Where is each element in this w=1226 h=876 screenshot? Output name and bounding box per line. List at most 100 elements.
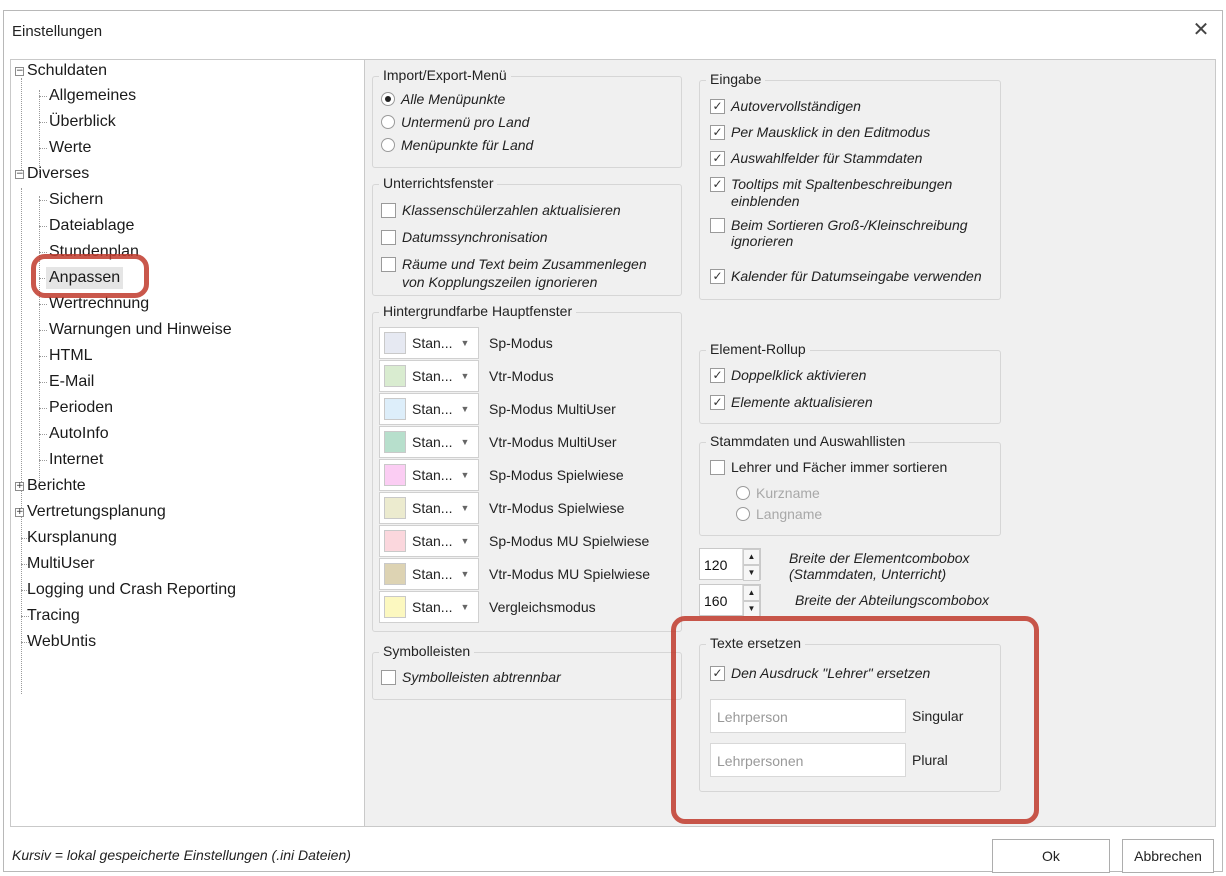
expand-icon[interactable]: + xyxy=(15,482,24,491)
radio-icon[interactable] xyxy=(381,115,395,129)
radio-kurzname[interactable]: Kurzname xyxy=(736,485,820,501)
radio-alle-menuepunkte[interactable]: Alle Menüpunkte xyxy=(381,91,505,107)
ok-button[interactable]: Ok xyxy=(992,839,1110,873)
color-swatch xyxy=(384,431,406,453)
chevron-down-icon[interactable]: ▼ xyxy=(460,602,469,612)
close-icon[interactable]: ✕ xyxy=(1188,17,1214,43)
spinner-elementcombobox[interactable]: 120 ▲ ▼ xyxy=(699,548,761,581)
tree-node-perioden[interactable]: Perioden xyxy=(49,397,113,419)
chevron-down-icon[interactable]: ▼ xyxy=(460,569,469,579)
cancel-button[interactable]: Abbrechen xyxy=(1122,839,1214,873)
checkbox-icon[interactable] xyxy=(710,459,725,475)
chevron-down-icon[interactable]: ▼ xyxy=(460,371,469,381)
tree-node-webuntis[interactable]: WebUntis xyxy=(27,631,96,653)
checkbox-mausklick-editmodus[interactable]: ✓ Per Mausklick in den Editmodus xyxy=(710,124,930,140)
tree-node-multiuser[interactable]: MultiUser xyxy=(27,553,95,575)
color-swatch xyxy=(384,365,406,387)
chevron-down-icon[interactable]: ▼ xyxy=(460,437,469,447)
checkbox-kalender[interactable]: ✓ Kalender für Datumseingabe verwenden xyxy=(710,268,982,284)
tree-node-logging[interactable]: Logging und Crash Reporting xyxy=(27,579,236,601)
radio-icon[interactable] xyxy=(736,507,750,521)
color-dropdown[interactable]: Stan... ▼ xyxy=(379,393,479,425)
color-mode-label: Sp-Modus xyxy=(489,335,553,351)
tree-node-kursplanung[interactable]: Kursplanung xyxy=(27,527,117,549)
group-symbolleisten: Symbolleisten Symbolleisten abtrennbar xyxy=(372,643,682,700)
group-title: Hintergrundfarbe Hauptfenster xyxy=(379,303,577,319)
checkbox-elemente-aktualisieren[interactable]: ✓ Elemente aktualisieren xyxy=(710,394,873,410)
checkbox-icon[interactable] xyxy=(381,229,396,245)
tree-node-berichte[interactable]: + Berichte xyxy=(15,475,86,497)
chevron-down-icon[interactable]: ▼ xyxy=(460,503,469,513)
color-dropdown-value: Stan... xyxy=(412,401,453,417)
tree-node-allgemeines[interactable]: Allgemeines xyxy=(49,85,136,107)
spin-up-icon[interactable]: ▲ xyxy=(743,549,760,565)
tree-node-autoinfo[interactable]: AutoInfo xyxy=(49,423,109,445)
checkmark-icon[interactable]: ✓ xyxy=(710,150,725,166)
checkbox-tooltips[interactable]: ✓ Tooltips mit Spaltenbeschreibungen xyxy=(710,176,952,192)
tree-node-diverses[interactable]: − Diverses xyxy=(15,163,89,185)
tree-node-dateiablage[interactable]: Dateiablage xyxy=(49,215,134,237)
spin-up-icon[interactable]: ▲ xyxy=(743,585,760,601)
tree-node-sichern[interactable]: Sichern xyxy=(49,189,103,211)
color-dropdown[interactable]: Stan... ▼ xyxy=(379,492,479,524)
group-title: Import/Export-Menü xyxy=(379,67,511,83)
group-hintergrundfarbe: Hintergrundfarbe Hauptfenster Stan... ▼ Sp… xyxy=(372,303,682,632)
chevron-down-icon[interactable]: ▼ xyxy=(460,404,469,414)
radio-menuepunkte-land[interactable]: Menüpunkte für Land xyxy=(381,137,533,153)
checkbox-icon[interactable] xyxy=(381,202,396,218)
radio-langname[interactable]: Langname xyxy=(736,506,822,522)
checkmark-icon[interactable]: ✓ xyxy=(710,176,725,192)
checkmark-icon[interactable]: ✓ xyxy=(710,367,725,383)
checkbox-doppelklick[interactable]: ✓ Doppelklick aktivieren xyxy=(710,367,866,383)
tree-node-ueberblick[interactable]: Überblick xyxy=(49,111,116,133)
color-dropdown[interactable]: Stan... ▼ xyxy=(379,558,479,590)
checkbox-klassenschueler[interactable]: Klassenschülerzahlen aktualisieren xyxy=(381,202,621,218)
tree-node-tracing[interactable]: Tracing xyxy=(27,605,80,627)
expand-icon[interactable]: + xyxy=(15,508,24,517)
radio-icon[interactable] xyxy=(736,486,750,500)
tree-node-werte[interactable]: Werte xyxy=(49,137,91,159)
group-import-export: Import/Export-Menü Alle Menüpunkte Unter… xyxy=(372,67,682,168)
tree-node-html[interactable]: HTML xyxy=(49,345,93,367)
checkbox-auswahlfelder[interactable]: ✓ Auswahlfelder für Stammdaten xyxy=(710,150,922,166)
color-dropdown[interactable]: Stan... ▼ xyxy=(379,426,479,458)
chevron-down-icon[interactable]: ▼ xyxy=(460,536,469,546)
checkmark-icon[interactable]: ✓ xyxy=(710,268,725,284)
checkmark-icon[interactable]: ✓ xyxy=(710,98,725,114)
checkbox-icon[interactable] xyxy=(710,217,725,233)
color-dropdown[interactable]: Stan... ▼ xyxy=(379,591,479,623)
checkbox-icon[interactable] xyxy=(381,256,396,272)
collapse-icon[interactable]: − xyxy=(15,170,24,179)
spin-down-icon[interactable]: ▼ xyxy=(743,601,760,617)
checkbox-raeume-text[interactable]: Räume und Text beim Zusammenlegen xyxy=(381,256,647,272)
radio-selected-icon[interactable] xyxy=(381,92,395,106)
tree-node-email[interactable]: E-Mail xyxy=(49,371,94,393)
checkbox-symbolleisten[interactable]: Symbolleisten abtrennbar xyxy=(381,669,561,685)
chevron-down-icon[interactable]: ▼ xyxy=(460,338,469,348)
checkbox-sortieren[interactable]: Beim Sortieren Groß-/Kleinschreibung xyxy=(710,217,968,233)
tree-node-warnungen[interactable]: Warnungen und Hinweise xyxy=(49,319,232,341)
color-mode-label: Vergleichsmodus xyxy=(489,599,596,615)
checkbox-datumssync[interactable]: Datumssynchronisation xyxy=(381,229,548,245)
group-title: Unterrichtsfenster xyxy=(379,175,498,191)
checkbox-label-continued: von Kopplungszeilen ignorieren xyxy=(402,274,598,290)
tree-node-vertretungsplanung[interactable]: + Vertretungsplanung xyxy=(15,501,166,523)
checkbox-icon[interactable] xyxy=(381,669,396,685)
radio-icon[interactable] xyxy=(381,138,395,152)
spinner-abteilungscombobox[interactable]: 160 ▲ ▼ xyxy=(699,584,761,617)
spin-down-icon[interactable]: ▼ xyxy=(743,565,760,581)
color-dropdown[interactable]: Stan... ▼ xyxy=(379,459,479,491)
color-dropdown[interactable]: Stan... ▼ xyxy=(379,327,479,359)
checkmark-icon[interactable]: ✓ xyxy=(710,124,725,140)
checkmark-icon[interactable]: ✓ xyxy=(710,394,725,410)
tree-node-schuldaten[interactable]: − Schuldaten xyxy=(15,60,107,82)
color-dropdown[interactable]: Stan... ▼ xyxy=(379,360,479,392)
checkbox-autovervollstaendigen[interactable]: ✓ Autovervollständigen xyxy=(710,98,861,114)
radio-untermenue[interactable]: Untermenü pro Land xyxy=(381,114,529,130)
collapse-icon[interactable]: − xyxy=(15,67,24,76)
color-dropdown[interactable]: Stan... ▼ xyxy=(379,525,479,557)
chevron-down-icon[interactable]: ▼ xyxy=(460,470,469,480)
tree-node-internet[interactable]: Internet xyxy=(49,449,103,471)
checkbox-lehrer-faecher[interactable]: Lehrer und Fächer immer sortieren xyxy=(710,459,947,475)
annotation-highlight xyxy=(31,254,149,298)
